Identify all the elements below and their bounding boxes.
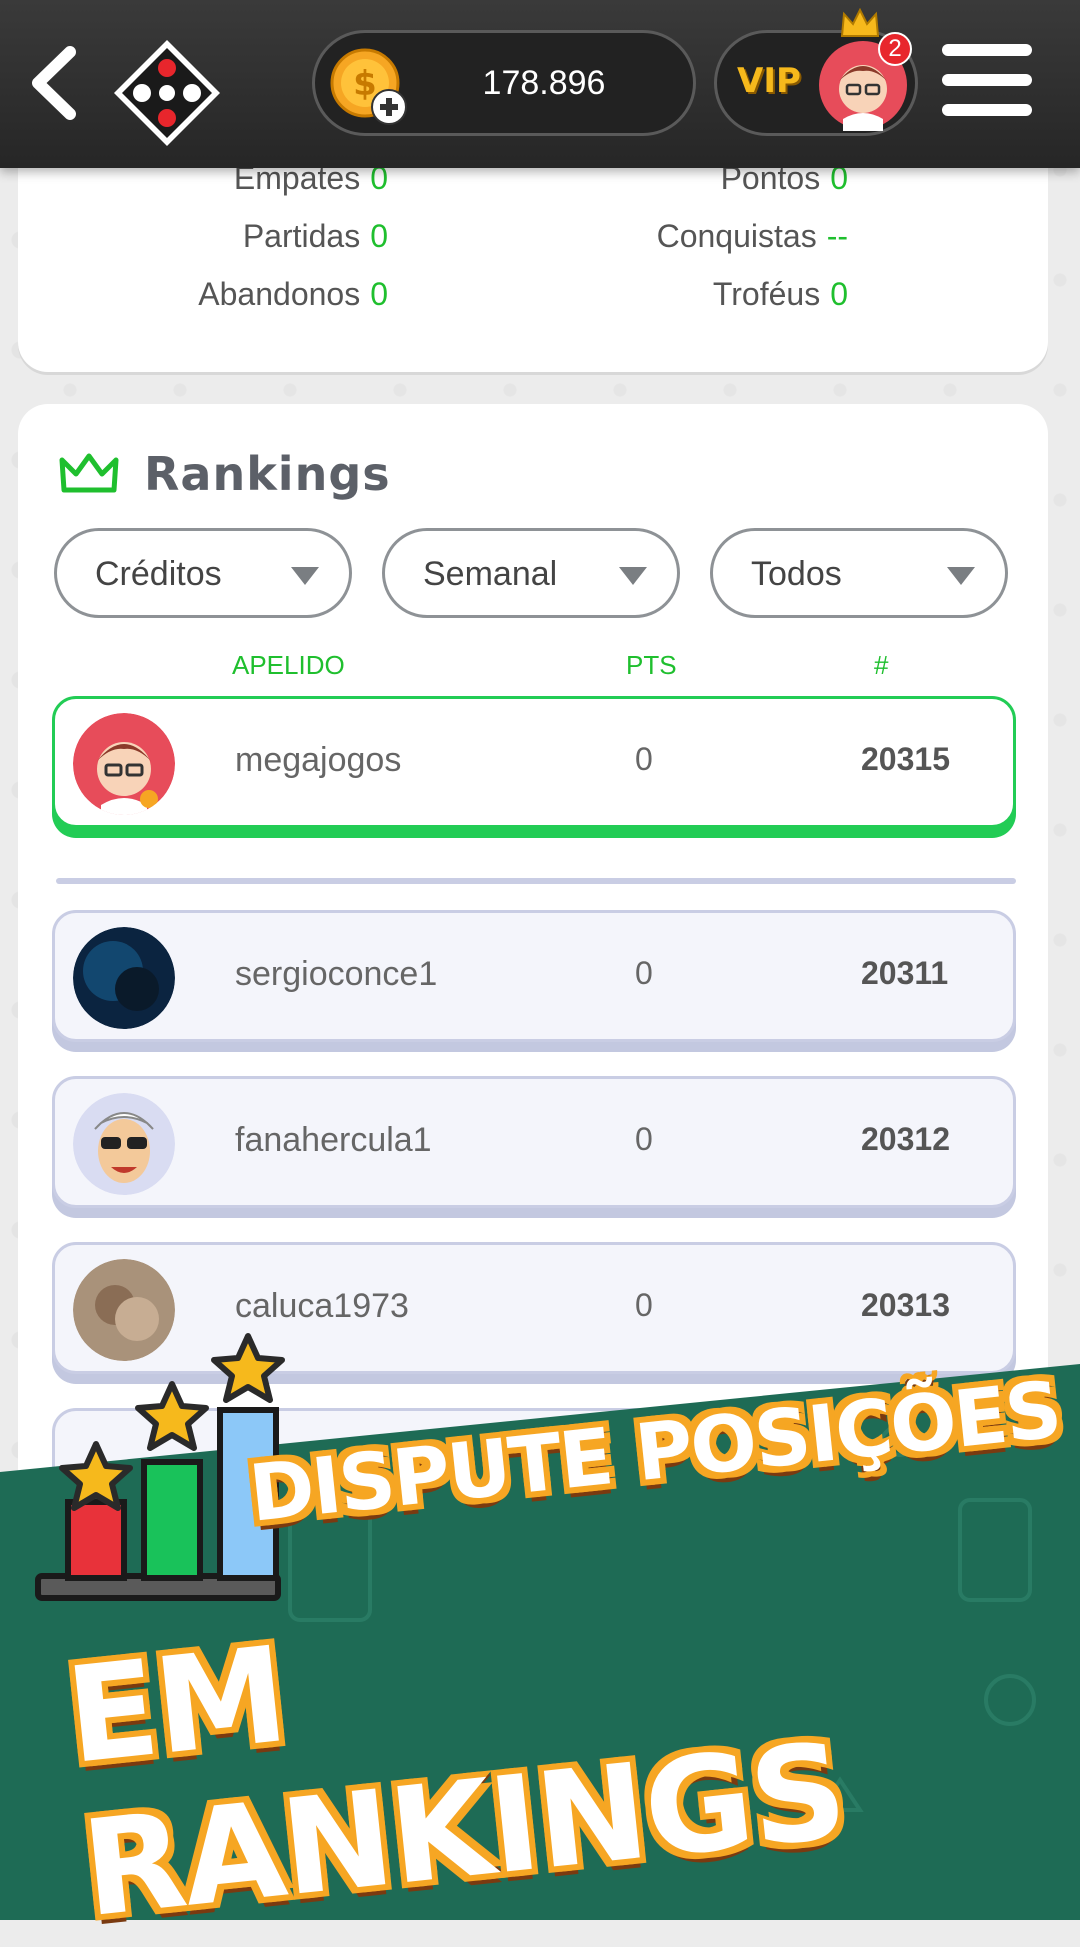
stat-abandonos: Abandonos 0 (198, 276, 388, 312)
player-name: megajogos (235, 741, 402, 779)
player-points: 0 (635, 741, 653, 777)
column-header-apelido: APELIDO (232, 650, 345, 680)
column-header-pts: PTS (626, 650, 677, 680)
player-name: fanahercula1 (235, 1121, 432, 1159)
player-points: 0 (635, 1121, 653, 1157)
ranking-row[interactable]: sergioconce1 0 20311 (52, 910, 1016, 1042)
avatar (73, 927, 175, 1029)
svg-text:$: $ (353, 64, 377, 104)
my-ranking-row[interactable]: megajogos 0 20315 (52, 696, 1016, 828)
avatar (73, 713, 175, 815)
notification-badge: 2 (878, 32, 912, 66)
player-position: 20313 (861, 1287, 950, 1323)
top-bar: $ 178.896 VIP 2 (0, 0, 1080, 168)
vip-label: VIP (737, 61, 801, 101)
card-suits-logo-icon (114, 40, 220, 146)
avatar (73, 1093, 175, 1195)
divider (56, 878, 1016, 884)
stat-trofeus: Troféus 0 (712, 276, 848, 312)
filter-period-dropdown[interactable]: Semanal (382, 528, 680, 618)
ranking-row[interactable]: fanahercula1 0 20312 (52, 1076, 1016, 1208)
stat-conquistas: Conquistas -- (656, 218, 848, 254)
back-arrow-icon[interactable] (18, 38, 98, 128)
player-name: sergioconce1 (235, 955, 438, 993)
chevron-down-icon (947, 567, 975, 585)
player-position: 20312 (861, 1121, 950, 1157)
player-name: caluca1973 (235, 1287, 409, 1325)
coin-add-icon[interactable]: $ (329, 47, 409, 127)
coin-amount: 178.896 (482, 63, 606, 102)
chevron-down-icon (619, 567, 647, 585)
player-points: 0 (635, 1287, 653, 1323)
player-position: 20315 (861, 741, 950, 777)
player-position: 20311 (861, 955, 949, 991)
hamburger-menu-icon[interactable] (942, 44, 1032, 124)
stat-partidas: Partidas 0 (242, 218, 388, 254)
vip-crown-icon (840, 8, 880, 37)
rankings-title: Rankings (144, 447, 391, 501)
crown-icon (59, 453, 119, 493)
filter-scope-dropdown[interactable]: Todos (710, 528, 1008, 618)
player-points: 0 (635, 955, 653, 991)
chevron-down-icon (291, 567, 319, 585)
rankings-header: Rankings (58, 444, 391, 504)
coin-balance[interactable]: $ 178.896 (312, 30, 696, 136)
filter-type-dropdown[interactable]: Créditos (54, 528, 352, 618)
column-header-position: # (874, 650, 889, 680)
